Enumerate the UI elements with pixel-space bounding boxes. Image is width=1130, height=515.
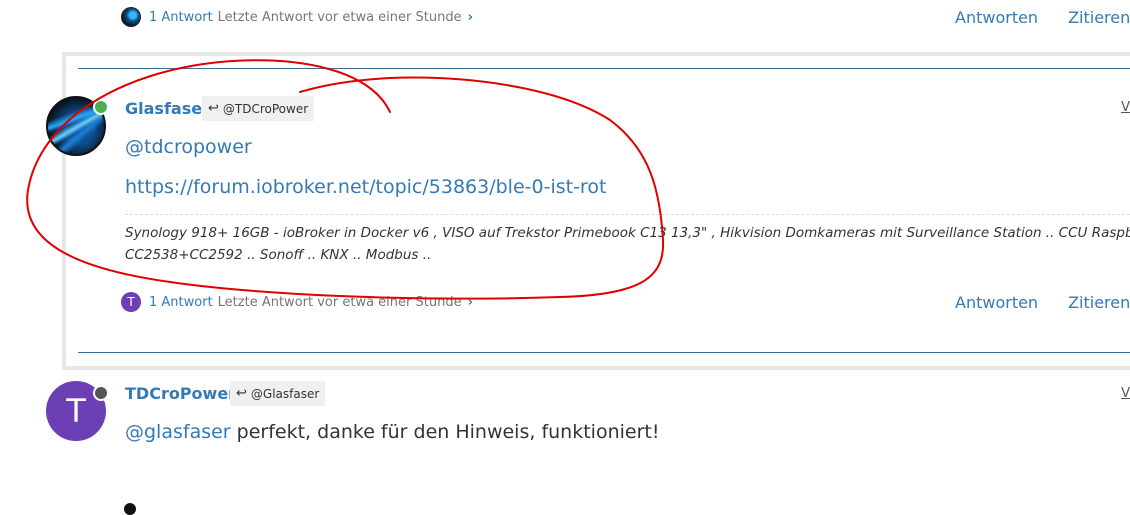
reply-button[interactable]: Antworten bbox=[955, 8, 1038, 27]
replies-last: Letzte Antwort vor etwa einer Stunde bbox=[217, 294, 462, 310]
post-text: perfekt, danke für den Hinweis, funktion… bbox=[230, 421, 660, 443]
signature-line: CC2538+CC2592 .. Sonoff .. KNX .. Modbus… bbox=[125, 247, 432, 263]
mention-link[interactable]: @glasfaser bbox=[125, 421, 231, 443]
reply-avatar: T bbox=[121, 292, 141, 312]
username[interactable]: TDCroPower bbox=[125, 384, 236, 403]
avatar bbox=[124, 503, 136, 515]
replies-summary[interactable]: 1 Antwort Letzte Antwort vor etwa einer … bbox=[121, 6, 473, 28]
divider bbox=[78, 352, 1130, 353]
parent-user: @TDCroPower bbox=[222, 101, 309, 116]
quote-button[interactable]: Zitieren bbox=[1068, 293, 1130, 312]
reply-arrow-icon: ↩ bbox=[208, 101, 219, 116]
parent-post-link[interactable]: ↩ @TDCroPower bbox=[202, 96, 315, 121]
mention-link[interactable]: @tdcropower bbox=[125, 136, 252, 158]
online-status-icon bbox=[93, 99, 109, 115]
quote-button[interactable]: Zitieren bbox=[1068, 8, 1130, 27]
chevron-right-icon: › bbox=[467, 9, 473, 25]
replies-count: 1 Antwort bbox=[149, 294, 213, 310]
parent-user: @Glasfaser bbox=[250, 386, 320, 401]
reply-button[interactable]: Antworten bbox=[955, 293, 1038, 312]
divider bbox=[78, 68, 1130, 69]
replies-last: Letzte Antwort vor etwa einer Stunde bbox=[217, 9, 462, 25]
reply-avatar bbox=[121, 7, 141, 27]
replies-count: 1 Antwort bbox=[149, 9, 213, 25]
reply-arrow-icon: ↩ bbox=[236, 386, 247, 401]
offline-status-icon bbox=[93, 385, 109, 401]
signature-line: Synology 918+ 16GB - ioBroker in Docker … bbox=[125, 225, 1130, 241]
topic-link[interactable]: https://forum.iobroker.net/topic/53863/b… bbox=[125, 176, 606, 198]
post-actions: Antworten Zitieren bbox=[955, 293, 1130, 312]
post-actions: Antworten Zitieren bbox=[955, 8, 1130, 27]
post-menu[interactable]: V bbox=[1121, 386, 1130, 401]
post-menu[interactable]: V bbox=[1121, 100, 1130, 115]
signature-divider bbox=[125, 214, 1130, 215]
post-content: @glasfaser perfekt, danke für den Hinwei… bbox=[125, 421, 659, 443]
chevron-right-icon: › bbox=[467, 294, 473, 310]
parent-post-link[interactable]: ↩ @Glasfaser bbox=[230, 381, 326, 406]
replies-summary[interactable]: T 1 Antwort Letzte Antwort vor etwa eine… bbox=[121, 291, 473, 313]
username[interactable]: Glasfaser bbox=[125, 99, 210, 118]
signature: Synology 918+ 16GB - ioBroker in Docker … bbox=[125, 222, 1130, 266]
